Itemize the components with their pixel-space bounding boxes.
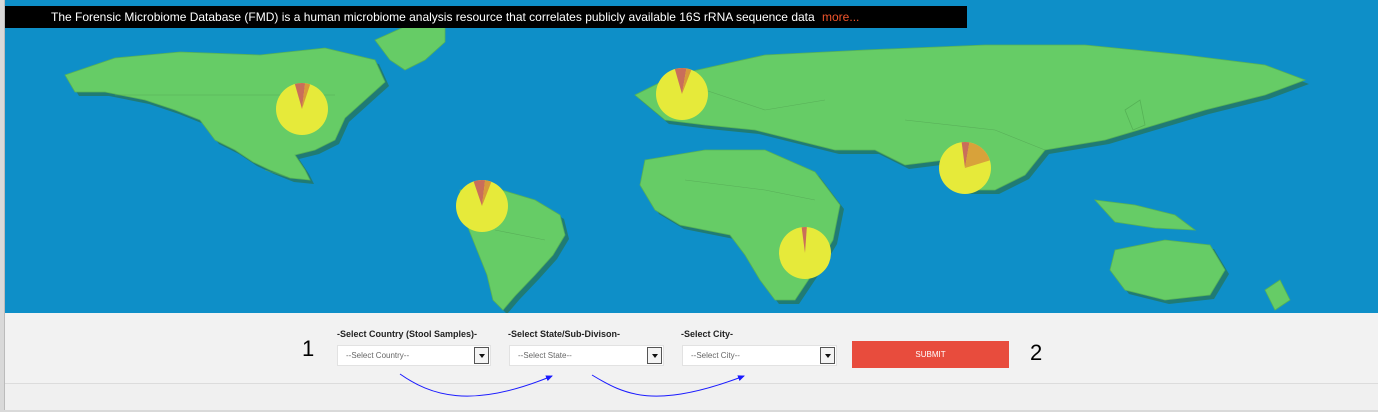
filter-form: -Select Country (Stool Samples)- --Selec… [5,313,1378,384]
page-frame: The Forensic Microbiome Database (FMD) i… [4,0,1378,410]
city-label: -Select City- [681,329,734,339]
state-select[interactable]: --Select State-- [509,345,664,366]
state-select-value: --Select State-- [518,351,572,360]
step-1-annotation: 1 [302,336,315,361]
submit-button[interactable]: SUBMIT [852,341,1009,368]
more-link[interactable]: more... [822,10,859,24]
state-label: -Select State/Sub-Divison- [508,329,621,339]
country-select-value: --Select Country-- [346,351,410,360]
country-select[interactable]: --Select Country-- [337,345,491,366]
pie-marker-europe[interactable] [656,68,708,120]
chevron-down-icon[interactable] [647,347,662,364]
pie-marker-south-america[interactable] [456,180,508,232]
country-label: -Select Country (Stool Samples)- [337,329,478,339]
pie-marker-north-america[interactable] [276,83,328,135]
step-2-annotation: 2 [1030,340,1043,365]
intro-text: The Forensic Microbiome Database (FMD) i… [51,10,815,24]
city-select-value: --Select City-- [691,351,740,360]
intro-banner: The Forensic Microbiome Database (FMD) i… [5,6,967,28]
pie-marker-south-asia[interactable] [939,142,991,194]
city-select[interactable]: --Select City-- [682,345,837,366]
pie-marker-africa[interactable] [779,227,831,279]
chevron-down-icon[interactable] [474,347,489,364]
chevron-down-icon[interactable] [820,347,835,364]
world-map: The Forensic Microbiome Database (FMD) i… [5,0,1378,313]
pie-markers [276,68,991,279]
